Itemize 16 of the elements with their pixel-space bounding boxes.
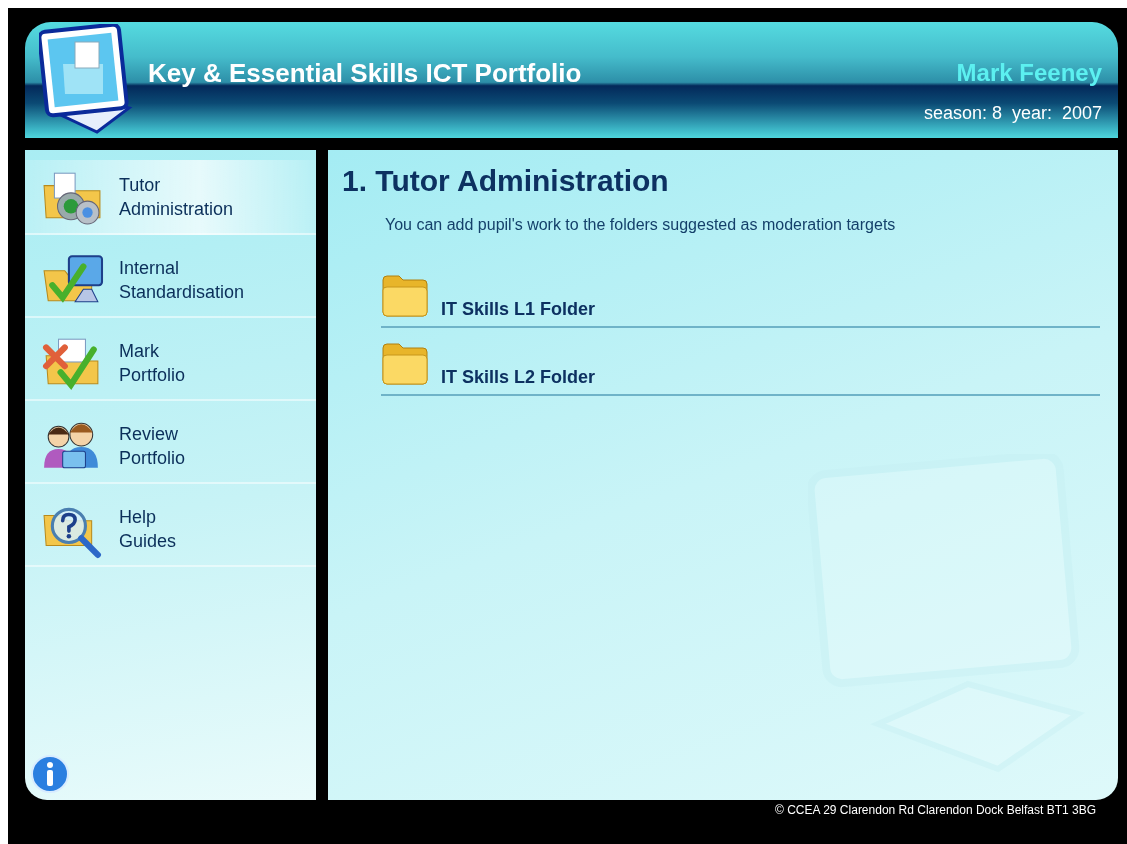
folder-icon — [381, 274, 429, 318]
sidebar-item[interactable]: Tutor Administration — [25, 160, 316, 235]
sidebar-item[interactable]: Internal Standardisation — [25, 243, 316, 318]
user-name: Mark Feeney — [956, 58, 1102, 87]
sidebar-item[interactable]: Mark Portfolio — [25, 326, 316, 401]
page-heading: 1. Tutor Administration — [342, 164, 670, 198]
session-info: season: 8 year: 2007 — [923, 102, 1102, 124]
sidebar-item[interactable]: Help Guides — [25, 492, 316, 567]
folder-icon — [381, 342, 429, 386]
copyright-text: © CCEA 29 Clarendon Rd Clarendon Dock Belfast BT1 3BG — [775, 803, 1096, 817]
folder-link[interactable]: IT Skills L2 Folder — [381, 342, 1100, 396]
folder-link[interactable]: IT Skills L1 Folder — [381, 274, 1100, 328]
app-title: Key & Essential Skills ICT Portfolio — [148, 57, 582, 89]
sidebar-item[interactable]: Review Portfolio — [25, 409, 316, 484]
page-description: You can add pupil's work to the folders suggested as moderation targets — [385, 216, 897, 234]
info-icon[interactable] — [30, 754, 70, 794]
